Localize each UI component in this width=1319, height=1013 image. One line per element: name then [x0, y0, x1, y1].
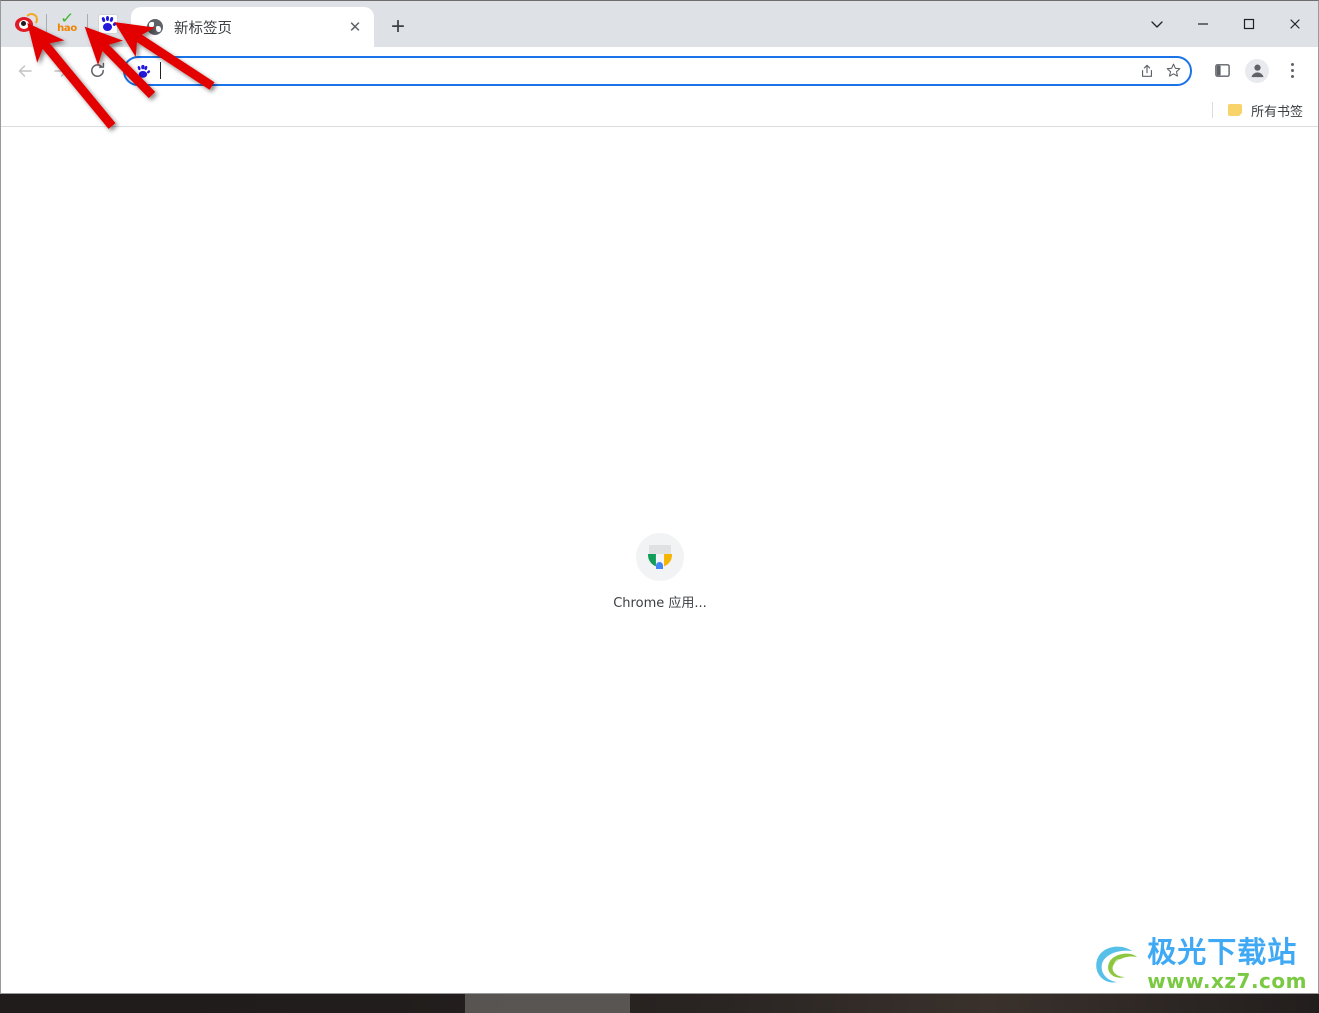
bookmarks-bar: 所有书签	[1, 94, 1318, 127]
back-button[interactable]	[9, 55, 41, 87]
side-panel-icon[interactable]	[1207, 56, 1237, 86]
chrome-web-store-icon	[647, 545, 673, 569]
globe-icon	[147, 19, 163, 35]
baidu-paw-icon	[98, 14, 118, 34]
watermark-url: www.xz7.com	[1147, 969, 1307, 993]
bookmarks-separator	[1211, 102, 1213, 118]
watermark-text: 极光下载站 www.xz7.com	[1147, 935, 1307, 993]
desktop-taskbar-strip	[0, 994, 1319, 1013]
shortcut-tile-chrome-apps[interactable]: Chrome 应用...	[613, 533, 707, 611]
tab-search-button[interactable]	[1134, 2, 1180, 46]
watermark-logo-icon	[1096, 946, 1138, 982]
watermark-title: 极光下载站	[1147, 935, 1298, 969]
site-watermark: 极光下载站 www.xz7.com	[1091, 938, 1307, 991]
tab-new-tab-page[interactable]: 新标签页 ✕	[131, 7, 374, 47]
forward-button[interactable]	[45, 55, 77, 87]
hao123-shortcut[interactable]: ✓ hao	[52, 9, 82, 39]
close-button[interactable]	[1272, 2, 1318, 46]
baidu-paw-icon	[134, 63, 151, 79]
address-bar[interactable]	[123, 55, 1192, 86]
hao123-check-icon: ✓ hao	[57, 10, 77, 34]
shortcut-icon-container	[636, 533, 684, 581]
bookmark-star-icon[interactable]	[1160, 58, 1186, 84]
share-icon[interactable]	[1134, 58, 1160, 84]
tab-close-icon[interactable]: ✕	[344, 16, 366, 38]
baidu-shortcut[interactable]	[93, 9, 123, 39]
pinned-shortcuts-group: ✓ hao	[1, 1, 123, 47]
maximize-button[interactable]	[1226, 2, 1272, 46]
all-bookmarks-label: 所有书签	[1250, 104, 1303, 120]
taskbar-active-window	[465, 994, 630, 1013]
new-tab-button[interactable]: +	[382, 11, 414, 43]
reload-button[interactable]	[81, 55, 113, 87]
all-bookmarks-button[interactable]: 所有书签	[1223, 98, 1308, 123]
shortcut-divider-1	[46, 14, 47, 34]
browser-toolbar	[1, 47, 1318, 94]
minimize-button[interactable]	[1180, 2, 1226, 46]
toolbar-actions	[1204, 56, 1310, 86]
browser-window: ✓ hao 新标签页 ✕ + 所有书签 Chrome 应用...	[0, 0, 1319, 994]
shortcut-divider-2	[87, 14, 88, 34]
weibo-shortcut[interactable]	[11, 9, 41, 39]
three-dots-icon[interactable]	[1277, 56, 1307, 86]
weibo-eye-icon	[14, 12, 39, 35]
shortcut-label: Chrome 应用...	[613, 596, 707, 611]
tab-title: 新标签页	[174, 20, 232, 37]
window-controls	[1134, 1, 1318, 47]
profile-avatar[interactable]	[1245, 58, 1269, 83]
text-caret	[160, 62, 161, 79]
tab-strip: ✓ hao 新标签页 ✕ +	[1, 1, 1318, 47]
folder-icon	[1227, 103, 1244, 117]
new-tab-page-content: Chrome 应用...	[1, 127, 1318, 988]
